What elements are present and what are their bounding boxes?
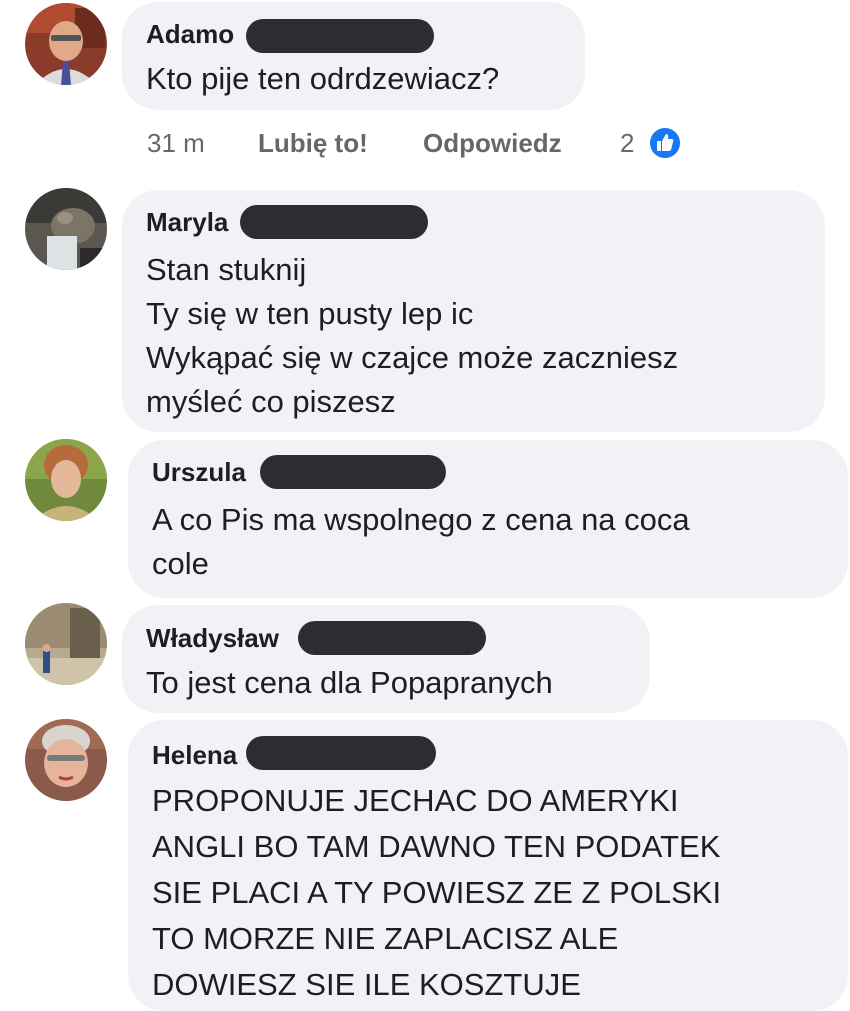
comment-text: SIE PLACI A TY POWIESZ ZE Z POLSKI: [152, 875, 722, 910]
avatar[interactable]: [25, 188, 107, 270]
thumbs-up-icon[interactable]: [648, 126, 682, 160]
comment-time[interactable]: 31 m: [147, 128, 205, 159]
comment-bubble: Maryla Stan stuknij Ty się w ten pusty l…: [122, 190, 825, 432]
commenter-name[interactable]: Maryla: [146, 207, 228, 238]
user-photo-icon: [25, 3, 107, 85]
comment-bubble: Helena PROPONUJE JECHAC DO AMERYKI ANGLI…: [128, 720, 848, 1011]
redacted-surname: [260, 455, 446, 489]
comment-bubble: Urszula A co Pis ma wspolnego z cena na …: [128, 440, 848, 598]
comment-text: DOWIESZ SIE ILE KOSZTUJE: [152, 967, 581, 1002]
comment-text: To jest cena dla Popapranych: [146, 665, 553, 700]
like-button[interactable]: Lubię to!: [258, 128, 368, 159]
comment-text: A co Pis ma wspolnego z cena na coca: [152, 502, 690, 537]
comment-text: Stan stuknij: [146, 252, 307, 287]
avatar[interactable]: [25, 439, 107, 521]
commenter-name[interactable]: Władysław: [146, 623, 279, 654]
reply-button[interactable]: Odpowiedz: [423, 128, 562, 159]
redacted-surname: [298, 621, 486, 655]
commenter-name[interactable]: Helena: [152, 740, 237, 771]
comment-text: PROPONUJE JECHAC DO AMERYKI: [152, 783, 679, 818]
avatar[interactable]: [25, 3, 107, 85]
comment-text: Ty się w ten pusty lep ic: [146, 296, 474, 331]
commenter-name[interactable]: Urszula: [152, 457, 246, 488]
avatar[interactable]: [25, 719, 107, 801]
comment-text: ANGLI BO TAM DAWNO TEN PODATEK: [152, 829, 721, 864]
user-photo-icon: [25, 603, 107, 685]
redacted-surname: [246, 19, 434, 53]
comment-text: TO MORZE NIE ZAPLACISZ ALE: [152, 921, 619, 956]
comment-text: Wykąpać się w czajce może zaczniesz: [146, 340, 679, 375]
comment-text: cole: [152, 546, 209, 581]
comment-bubble: Władysław To jest cena dla Popapranych: [122, 605, 650, 713]
redacted-surname: [246, 736, 436, 770]
user-photo-icon: [25, 188, 107, 270]
comment-text: myśleć co piszesz: [146, 384, 396, 419]
user-photo-icon: [25, 439, 107, 521]
redacted-surname: [240, 205, 428, 239]
avatar[interactable]: [25, 603, 107, 685]
comment-text: Kto pije ten odrdzewiacz?: [146, 61, 500, 96]
comment-bubble: Adamo Kto pije ten odrdzewiacz?: [122, 2, 585, 110]
commenter-name[interactable]: Adamo: [146, 19, 234, 50]
user-photo-icon: [25, 719, 107, 801]
reaction-count[interactable]: 2: [620, 128, 634, 159]
